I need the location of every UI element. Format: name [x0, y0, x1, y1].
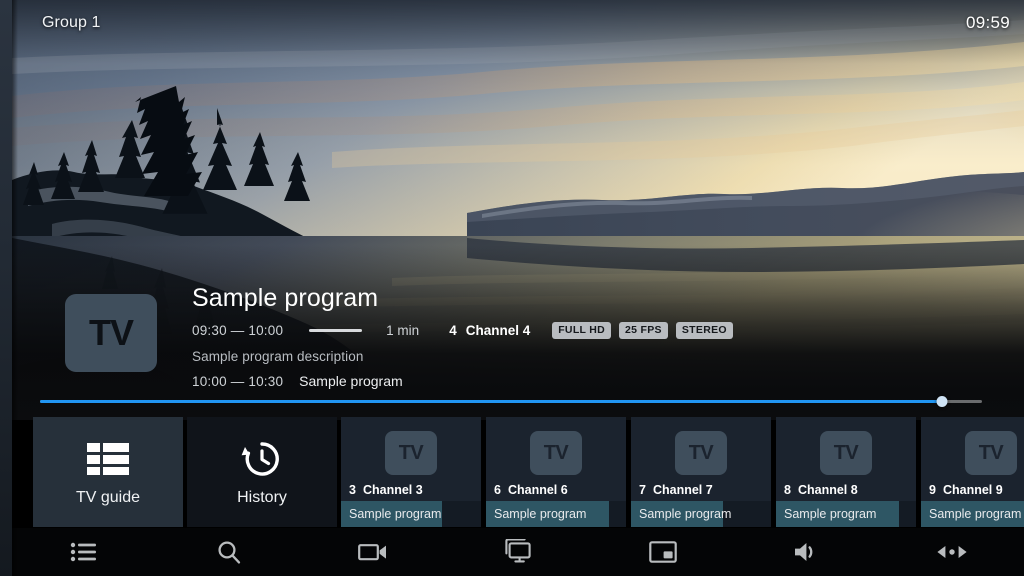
channel-program-row: Sample program — [341, 501, 481, 527]
channel-name-row: 8 Channel 8 — [776, 479, 916, 501]
channel-name-row: 9 Channel 9 — [921, 479, 1024, 501]
channel-program-row: Sample program — [486, 501, 626, 527]
channel-program-title: Sample program — [639, 507, 732, 521]
channel-logo: TV — [921, 417, 1024, 479]
program-meta-row: 09:30 — 10:00 1 min 4 Channel 4 FULL HD 2… — [192, 320, 1004, 340]
cast-button[interactable] — [446, 528, 591, 576]
channel-logo-text: TV — [965, 431, 1017, 475]
channel-card[interactable]: TV 8 Channel 8 Sample program — [776, 417, 916, 527]
search-icon — [216, 539, 242, 565]
seek-thumb[interactable] — [936, 396, 948, 407]
search-button[interactable] — [157, 528, 302, 576]
record-button[interactable] — [301, 528, 446, 576]
channel-card[interactable]: TV 6 Channel 6 Sample program — [486, 417, 626, 527]
channel-program-title: Sample program — [929, 507, 1022, 521]
program-title: Sample program — [192, 284, 379, 312]
quick-tiles-row: TV guide History TV 3 Channel 3 Sample pr… — [33, 417, 1024, 527]
program-time-range: 09:30 — 10:00 — [192, 322, 284, 338]
next-program-row[interactable]: 10:00 — 10:30 Sample program — [192, 373, 1004, 389]
clock: 09:59 — [965, 13, 1010, 32]
program-duration: 1 min — [386, 322, 420, 338]
current-channel: 4 Channel 4 — [449, 323, 530, 338]
badge-framerate: 25 FPS — [619, 321, 668, 339]
channel-logo-text: TV — [675, 431, 727, 475]
channel-name: Channel 7 — [652, 483, 713, 497]
channel-logo-text: TV — [530, 431, 582, 475]
tv-guide-tile[interactable]: TV guide — [33, 417, 183, 527]
current-channel-name: Channel 4 — [465, 322, 531, 338]
channel-card[interactable]: TV 7 Channel 7 Sample program — [631, 417, 771, 527]
program-info-body: Sample program 09:30 — 10:00 1 min 4 Chan… — [192, 282, 1004, 389]
channel-logo-text: TV — [88, 312, 134, 353]
channel-name: Channel 6 — [507, 483, 568, 497]
bottom-toolbar — [12, 528, 1024, 576]
history-tile[interactable]: History — [187, 417, 337, 527]
guide-grid-icon — [86, 437, 130, 481]
badge-quality: FULL HD — [552, 321, 612, 339]
videocam-icon — [358, 541, 388, 563]
next-program-time: 10:00 — 10:30 — [192, 374, 284, 389]
channel-number: 9 — [929, 483, 936, 497]
channel-logo-text: TV — [385, 431, 437, 475]
audio-track-icon — [935, 544, 969, 560]
left-edge-rail — [0, 0, 12, 576]
current-channel-number: 4 — [449, 322, 457, 338]
top-bar: Group 1 09:59 — [12, 0, 1024, 52]
channel-program-title: Sample program — [349, 507, 442, 521]
channel-program-title: Sample program — [494, 507, 587, 521]
program-info-panel: TV Sample program 09:30 — 10:00 1 min 4C… — [12, 282, 1024, 402]
channel-number: 7 — [639, 483, 646, 497]
channel-program-title: Sample program — [784, 507, 877, 521]
channel-program-row: Sample program — [921, 501, 1024, 527]
volume-icon — [793, 540, 821, 564]
next-program-title: Sample program — [299, 373, 403, 389]
cast-display-icon — [503, 539, 533, 565]
badge-audio: STEREO — [675, 321, 733, 339]
channel-name-row: 3 Channel 3 — [341, 479, 481, 501]
channel-name-row: 6 Channel 6 — [486, 479, 626, 501]
history-label: History — [237, 489, 287, 506]
channel-card[interactable]: TV 9 Channel 9 Sample program — [921, 417, 1024, 527]
channel-program-row: Sample program — [776, 501, 916, 527]
history-clock-icon — [241, 437, 283, 481]
channel-name: Channel 8 — [797, 483, 858, 497]
channel-card[interactable]: TV 3 Channel 3 Sample program — [341, 417, 481, 527]
channel-list-button[interactable] — [12, 528, 157, 576]
channel-logo: TV — [631, 417, 771, 479]
channel-name: Channel 9 — [942, 483, 1003, 497]
tv-player-screen: Group 1 09:59 TV Sample program 09:30 — … — [0, 0, 1024, 576]
channel-logo: TV — [486, 417, 626, 479]
program-description: Sample program description — [192, 349, 364, 364]
channel-number: 8 — [784, 483, 791, 497]
seek-fill — [40, 400, 943, 403]
group-label[interactable]: Group 1 — [42, 14, 101, 32]
channel-logo-placeholder: TV — [65, 294, 157, 372]
stream-badges: FULL HD 25 FPS STEREO — [552, 321, 733, 339]
channel-logo: TV — [341, 417, 481, 479]
program-progress-mini-bar — [309, 328, 363, 332]
channel-name: Channel 3 — [362, 483, 423, 497]
list-icon — [70, 541, 98, 563]
seek-bar[interactable] — [40, 396, 982, 407]
channel-program-row: Sample program — [631, 501, 771, 527]
volume-button[interactable] — [735, 528, 880, 576]
tv-guide-label: TV guide — [75, 489, 141, 506]
pip-button[interactable] — [590, 528, 735, 576]
channel-logo-text: TV — [820, 431, 872, 475]
audio-track-button[interactable] — [879, 528, 1024, 576]
channel-number: 6 — [494, 483, 501, 497]
channel-name-row: 7 Channel 7 — [631, 479, 771, 501]
channel-logo: TV — [776, 417, 916, 479]
channel-number: 3 — [349, 483, 356, 497]
picture-in-picture-icon — [648, 541, 677, 563]
